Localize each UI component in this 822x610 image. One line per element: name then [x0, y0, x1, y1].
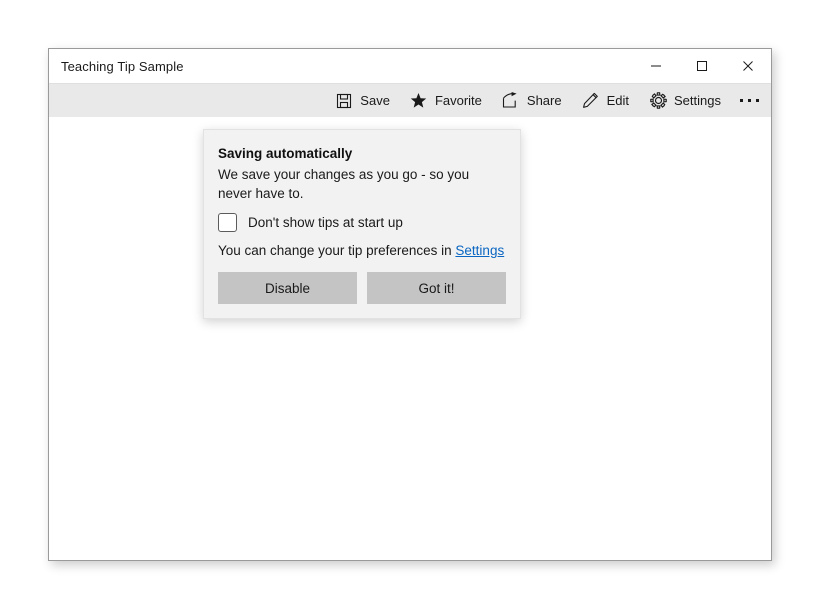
- command-edit-button[interactable]: Edit: [572, 84, 639, 118]
- command-favorite-button[interactable]: Favorite: [400, 84, 492, 118]
- tip-preferences-text: You can change your tip preferences in S…: [218, 243, 506, 258]
- overflow-menu-button[interactable]: [731, 84, 767, 118]
- title-bar: Teaching Tip Sample: [49, 49, 771, 83]
- command-edit-label: Edit: [606, 93, 630, 108]
- command-save-button[interactable]: Save: [325, 84, 400, 118]
- close-button[interactable]: [725, 49, 771, 83]
- share-icon: [502, 92, 520, 110]
- application-window: Teaching Tip Sample Save Favorite Share …: [48, 48, 772, 561]
- minimize-icon: [651, 65, 661, 67]
- teaching-tip-actions: Disable Got it!: [218, 272, 506, 304]
- overflow-dot: [739, 99, 743, 102]
- dont-show-tips-label: Don't show tips at start up: [248, 215, 403, 230]
- teaching-tip-subtitle: We save your changes as you go - so you …: [218, 167, 470, 201]
- gear-icon: [649, 92, 667, 110]
- command-settings-label: Settings: [674, 93, 721, 108]
- got-it-button[interactable]: Got it!: [367, 272, 506, 304]
- overflow-dot: [747, 99, 751, 102]
- overflow-dot: [755, 99, 759, 102]
- command-share-button[interactable]: Share: [492, 84, 572, 118]
- command-bar: Save Favorite Share Edit Settings: [49, 83, 771, 117]
- star-icon: [410, 92, 428, 110]
- disable-button[interactable]: Disable: [218, 272, 357, 304]
- teaching-tip-popup: Saving automatically We save your change…: [203, 129, 521, 319]
- content-area: Saving automatically We save your change…: [49, 117, 771, 560]
- window-controls: [633, 49, 771, 83]
- save-icon: [335, 92, 353, 110]
- teaching-tip-title: Saving automatically: [218, 146, 353, 161]
- tip-preferences-static-text: You can change your tip preferences in: [218, 243, 456, 258]
- close-icon: [743, 61, 753, 71]
- command-settings-button[interactable]: Settings: [639, 84, 731, 118]
- minimize-button[interactable]: [633, 49, 679, 83]
- command-favorite-label: Favorite: [434, 93, 482, 108]
- dont-show-tips-checkbox[interactable]: [218, 213, 237, 232]
- command-save-label: Save: [360, 93, 390, 108]
- command-share-label: Share: [526, 93, 562, 108]
- maximize-button[interactable]: [679, 49, 725, 83]
- dont-show-tips-row[interactable]: Don't show tips at start up: [218, 213, 506, 232]
- pencil-icon: [582, 92, 600, 110]
- tip-preferences-settings-link[interactable]: Settings: [455, 243, 504, 258]
- window-title: Teaching Tip Sample: [61, 58, 184, 74]
- maximize-icon: [697, 61, 707, 71]
